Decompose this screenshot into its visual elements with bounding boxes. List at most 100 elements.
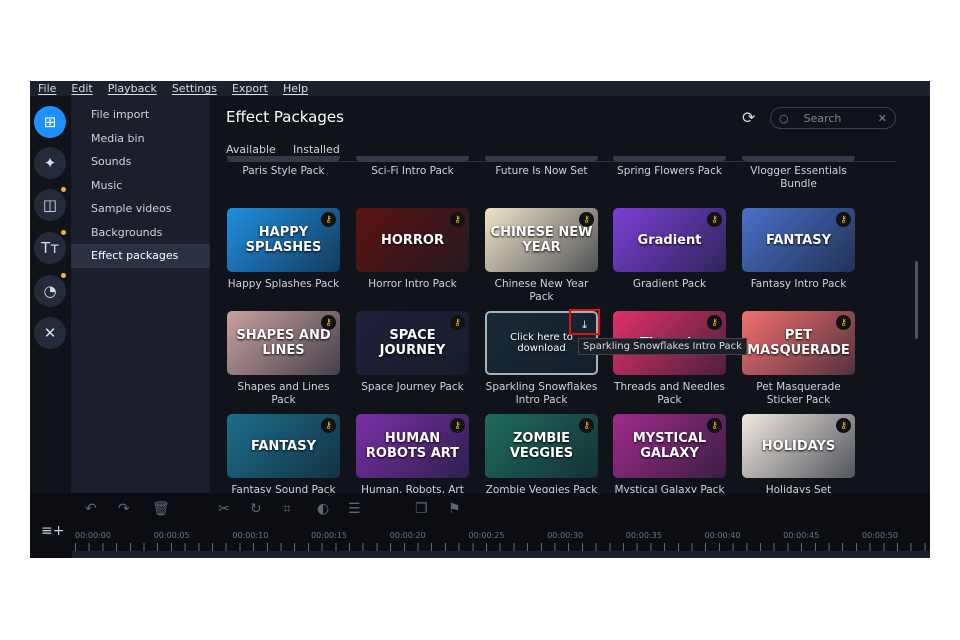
stickers-icon[interactable]: ◔ [34, 275, 66, 307]
package-thumbnail[interactable] [613, 156, 726, 162]
download-highlight[interactable] [569, 309, 600, 335]
marker-flag-icon[interactable]: ⚑ [448, 501, 461, 517]
time-tick-label: 00:00:25 [468, 531, 505, 540]
rotate-icon[interactable]: ↻ [250, 501, 262, 517]
delete-icon[interactable]: 🗑 [152, 501, 170, 517]
color-icon[interactable]: ◐ [317, 501, 329, 517]
package-card[interactable]: HAPPY SPLASHES ⚷ Happy Splashes Pack [227, 208, 340, 291]
package-card[interactable]: HOLIDAYS ⚷ Holidays Set [742, 414, 855, 493]
package-thumbnail[interactable]: FANTASY ⚷ [227, 414, 340, 478]
package-card[interactable]: Future Is Now Set [485, 156, 598, 178]
package-thumbnail[interactable] [356, 156, 469, 162]
sidebar-item-sounds[interactable]: Sounds [71, 150, 210, 174]
menu-export[interactable]: Export [224, 81, 275, 96]
thumbnail-text: CHINESE NEW YEAR [490, 225, 593, 255]
time-tick-label: 00:00:05 [153, 531, 190, 540]
package-card[interactable]: ZOMBIE VEGGIES ⚷ Zombie Veggies Pack [485, 414, 598, 493]
time-tick-label: 00:00:45 [783, 531, 820, 540]
sidebar-item-music[interactable]: Music [71, 174, 210, 198]
package-thumbnail[interactable]: FANTASY ⚷ [742, 208, 855, 272]
package-thumbnail[interactable]: SHAPES AND LINES ⚷ [227, 311, 340, 375]
main-panel: Effect Packages ⟳ ○ Search ✕ Available I… [210, 96, 930, 493]
package-thumbnail[interactable]: ZOMBIE VEGGIES ⚷ [485, 414, 598, 478]
crop-icon[interactable]: ⌗ [283, 501, 291, 517]
sidebar-item-sample-videos[interactable]: Sample videos [71, 197, 210, 221]
cut-icon[interactable]: ✂ [218, 501, 230, 517]
scrollbar[interactable] [915, 261, 918, 339]
notification-dot [61, 273, 66, 278]
search-input[interactable]: ○ Search ✕ [770, 107, 896, 129]
undo-icon[interactable]: ↶ [85, 501, 97, 517]
menu-bar: File Edit Playback Settings Export Help [30, 81, 930, 96]
package-card[interactable]: MYSTICAL GALAXY ⚷ Mystical Galaxy Pack [613, 414, 726, 493]
package-card[interactable]: FANTASY ⚷ Fantasy Intro Pack [742, 208, 855, 291]
tooltip: Sparkling Snowflakes Intro Pack [578, 338, 747, 355]
time-tick-label: 00:00:30 [547, 531, 584, 540]
package-card[interactable]: CHINESE NEW YEAR ⚷ Chinese New Year Pack [485, 208, 598, 303]
sidebar-item-media-bin[interactable]: Media bin [71, 127, 210, 151]
transitions-icon[interactable]: ◫ [34, 189, 66, 221]
package-card[interactable]: HORROR ⚷ Horror Intro Pack [356, 208, 469, 291]
clear-search-icon[interactable]: ✕ [878, 112, 887, 125]
menu-file[interactable]: File [30, 81, 63, 96]
sidebar-item-effect-packages[interactable]: Effect packages [71, 244, 210, 268]
package-card[interactable]: Gradient ⚷ Gradient Pack [613, 208, 726, 291]
premium-key-icon: ⚷ [707, 418, 722, 433]
package-thumbnail[interactable] [485, 156, 598, 162]
package-thumbnail[interactable]: HAPPY SPLASHES ⚷ [227, 208, 340, 272]
package-thumbnail[interactable]: HORROR ⚷ [356, 208, 469, 272]
tools-icon[interactable]: ✕ [34, 317, 66, 349]
timeline-track[interactable] [72, 551, 930, 558]
package-card[interactable]: Paris Style Pack [227, 156, 340, 178]
package-thumbnail[interactable]: MYSTICAL GALAXY ⚷ [613, 414, 726, 478]
add-track-icon[interactable]: ≡+ [41, 523, 64, 539]
package-thumbnail[interactable]: HUMAN ROBOTS ART ⚷ [356, 414, 469, 478]
package-thumbnail[interactable]: Gradient ⚷ [613, 208, 726, 272]
time-tick-label: 00:00:15 [311, 531, 348, 540]
package-card[interactable]: PET MASQUERADE ⚷ Pet Masquerade Sticker Pa… [742, 311, 855, 406]
package-thumbnail[interactable]: HOLIDAYS ⚷ [742, 414, 855, 478]
menu-edit[interactable]: Edit [63, 81, 99, 96]
thumbnail-text: SHAPES AND LINES [236, 328, 331, 358]
magic-wand-icon[interactable]: ✦ [34, 147, 66, 179]
package-card[interactable]: Spring Flowers Pack [613, 156, 726, 178]
tab-installed[interactable]: Installed [293, 143, 340, 156]
menu-help[interactable]: Help [275, 81, 315, 96]
package-card[interactable]: HUMAN ROBOTS ART ⚷ Human, Robots, Art [356, 414, 469, 493]
page-title: Effect Packages [226, 108, 344, 126]
tab-available[interactable]: Available [226, 143, 276, 156]
redo-icon[interactable]: ↷ [118, 501, 130, 517]
package-card[interactable]: FANTASY ⚷ Fantasy Sound Pack [227, 414, 340, 493]
overlay-icon[interactable]: ❐ [415, 501, 428, 517]
search-icon: ○ [779, 111, 789, 125]
titles-icon[interactable]: Tт [34, 232, 66, 264]
time-tick-label: 00:00:35 [625, 531, 662, 540]
premium-key-icon: ⚷ [321, 212, 336, 227]
adjust-icon[interactable]: ☰ [348, 501, 361, 517]
package-thumbnail[interactable] [227, 156, 340, 162]
import-folder-icon[interactable]: ⊞ [34, 106, 66, 138]
notification-dot [61, 187, 66, 192]
package-card[interactable]: Sci-Fi Intro Pack [356, 156, 469, 178]
menu-playback[interactable]: Playback [100, 81, 164, 96]
sidebar-item-file-import[interactable]: File import [71, 103, 210, 127]
package-thumbnail[interactable]: PET MASQUERADE ⚷ [742, 311, 855, 375]
refresh-icon[interactable]: ⟳ [742, 108, 755, 127]
menu-settings[interactable]: Settings [164, 81, 224, 96]
package-thumbnail[interactable] [742, 156, 855, 162]
package-card[interactable]: SHAPES AND LINES ⚷ Shapes and Lines Pack [227, 311, 340, 406]
premium-key-icon: ⚷ [836, 212, 851, 227]
sidebar-item-backgrounds[interactable]: Backgrounds [71, 221, 210, 245]
package-label: Sparkling Snowflakes Intro Pack [485, 381, 598, 406]
timeline: ↶ ↷ 🗑 ✂ ↻ ⌗ ◐ ☰ ❐ ⚑ ≡+ 00:00:00 00:00:05 0… [30, 493, 930, 558]
thumbnail-text: HAPPY SPLASHES [245, 225, 322, 255]
package-card[interactable]: SPACE JOURNEY ⚷ Space Journey Pack [356, 311, 469, 394]
search-placeholder: Search [803, 111, 842, 125]
package-label: Pet Masquerade Sticker Pack [756, 381, 841, 406]
package-card[interactable]: Vlogger Essentials Bundle [742, 156, 855, 190]
package-thumbnail[interactable]: CHINESE NEW YEAR ⚷ [485, 208, 598, 272]
package-card[interactable]: Threads⚷Threads and Needles Pack [613, 311, 726, 406]
time-ruler[interactable] [75, 543, 930, 551]
thumbnail-text: FANTASY [765, 232, 832, 248]
package-thumbnail[interactable]: SPACE JOURNEY ⚷ [356, 311, 469, 375]
